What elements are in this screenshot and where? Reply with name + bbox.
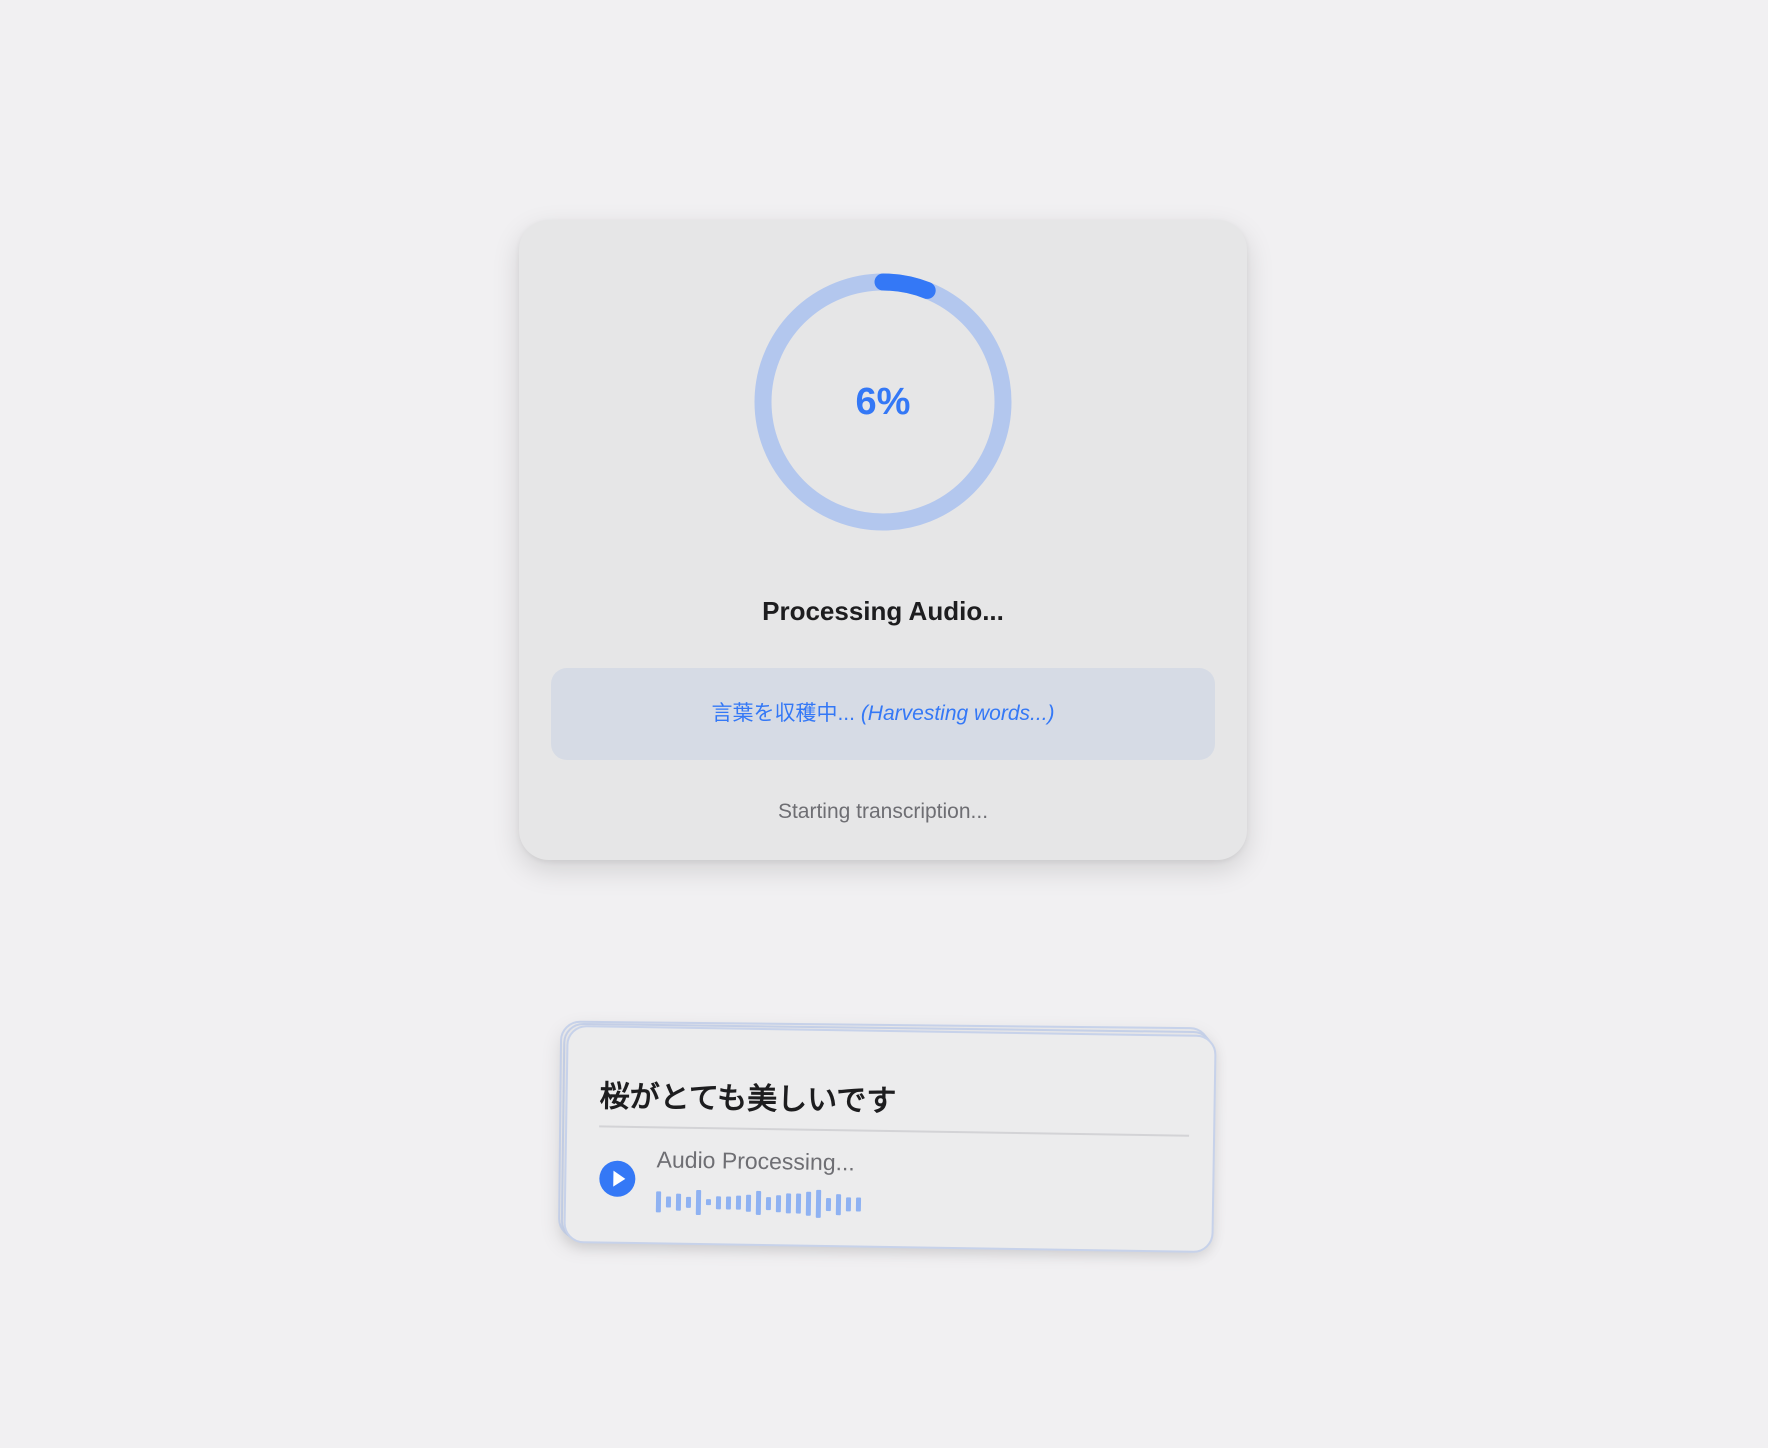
waveform-bar [775, 1194, 782, 1212]
progress-ring: 6% [754, 273, 1012, 531]
flashcard-stack: 桜がとても美しいです Audio Processing... [557, 1020, 1217, 1254]
audio-waveform [655, 1186, 866, 1219]
waveform-bar [685, 1196, 692, 1208]
waveform-bar [745, 1194, 752, 1212]
waveform-bar [675, 1193, 682, 1211]
waveform-bar [715, 1195, 722, 1209]
harvesting-text-en: (Harvesting words...) [860, 702, 1055, 725]
processing-title: Processing Audio... [762, 596, 1004, 626]
waveform-bar [695, 1189, 702, 1215]
waveform-bar [815, 1189, 822, 1218]
waveform-bar [785, 1193, 792, 1214]
play-icon [613, 1170, 626, 1187]
flashcard-japanese-text: 桜がとても美しいです [599, 1080, 897, 1119]
waveform-bar [705, 1199, 712, 1206]
progress-card: 6% Processing Audio... 言葉を収穫中... (Harves… [519, 220, 1247, 860]
waveform-bar [825, 1197, 832, 1211]
waveform-bar [665, 1195, 672, 1208]
waveform-bar [855, 1197, 862, 1212]
waveform-bar [655, 1190, 662, 1212]
waveform-bar [845, 1197, 852, 1212]
waveform-bar [795, 1193, 802, 1214]
waveform-bar [725, 1195, 732, 1210]
waveform-bar [755, 1190, 762, 1215]
flashcard-divider [599, 1125, 1190, 1137]
harvesting-status-box: 言葉を収穫中... (Harvesting words...) [551, 668, 1215, 760]
waveform-bar [805, 1191, 812, 1216]
flashcard[interactable]: 桜がとても美しいです Audio Processing... [563, 1024, 1217, 1254]
waveform-bar [765, 1196, 772, 1210]
harvesting-text-jp: 言葉を収穫中... [711, 702, 855, 725]
audio-status-label: Audio Processing... [656, 1146, 856, 1176]
waveform-bar [835, 1193, 842, 1215]
play-button[interactable] [599, 1160, 636, 1198]
progress-percent: 6% [855, 381, 911, 423]
waveform-bar [735, 1195, 742, 1210]
transcription-status: Starting transcription... [777, 800, 989, 823]
